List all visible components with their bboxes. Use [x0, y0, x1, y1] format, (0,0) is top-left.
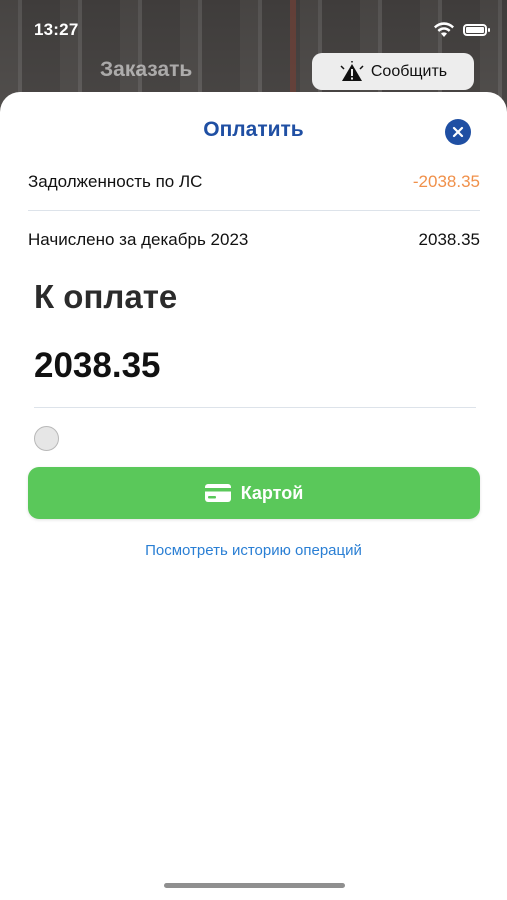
option-radio[interactable] — [34, 426, 59, 451]
accrued-label: Начислено за декабрь 2023 — [28, 230, 249, 249]
report-button-label: Сообщить — [370, 62, 448, 80]
debt-label: Задолженность по ЛС — [28, 172, 203, 191]
status-icons — [433, 22, 490, 38]
status-time: 13:27 — [34, 20, 79, 39]
home-indicator[interactable] — [164, 883, 345, 888]
close-button[interactable] — [445, 119, 471, 145]
battery-icon — [463, 24, 490, 36]
warning-icon — [340, 60, 364, 81]
status-bar: 13:27 — [0, 0, 507, 50]
pay-by-card-label: Картой — [240, 482, 304, 503]
close-icon — [452, 126, 464, 138]
credit-card-icon — [204, 484, 231, 502]
debt-row: Задолженность по ЛС -2038.35 — [28, 170, 480, 194]
debt-value: -2038.35 — [412, 172, 480, 191]
background-title: Заказать — [100, 58, 193, 81]
history-link[interactable]: Посмотреть историю операций — [0, 542, 507, 559]
pay-by-card-button[interactable]: Картой — [28, 467, 480, 519]
accrued-value: 2038.35 — [418, 230, 480, 249]
report-button[interactable]: Сообщить — [312, 53, 474, 90]
to-pay-label: К оплате — [34, 278, 178, 315]
amount-value[interactable]: 2038.35 — [34, 346, 161, 386]
sheet-title: Оплатить — [203, 118, 304, 141]
accrued-row: Начислено за декабрь 2023 2038.35 — [28, 228, 480, 252]
amount-divider — [34, 407, 476, 408]
divider — [28, 210, 480, 211]
wifi-icon — [434, 22, 454, 37]
payment-sheet: Оплатить Задолженность по ЛС -2038.35 На… — [0, 92, 507, 900]
